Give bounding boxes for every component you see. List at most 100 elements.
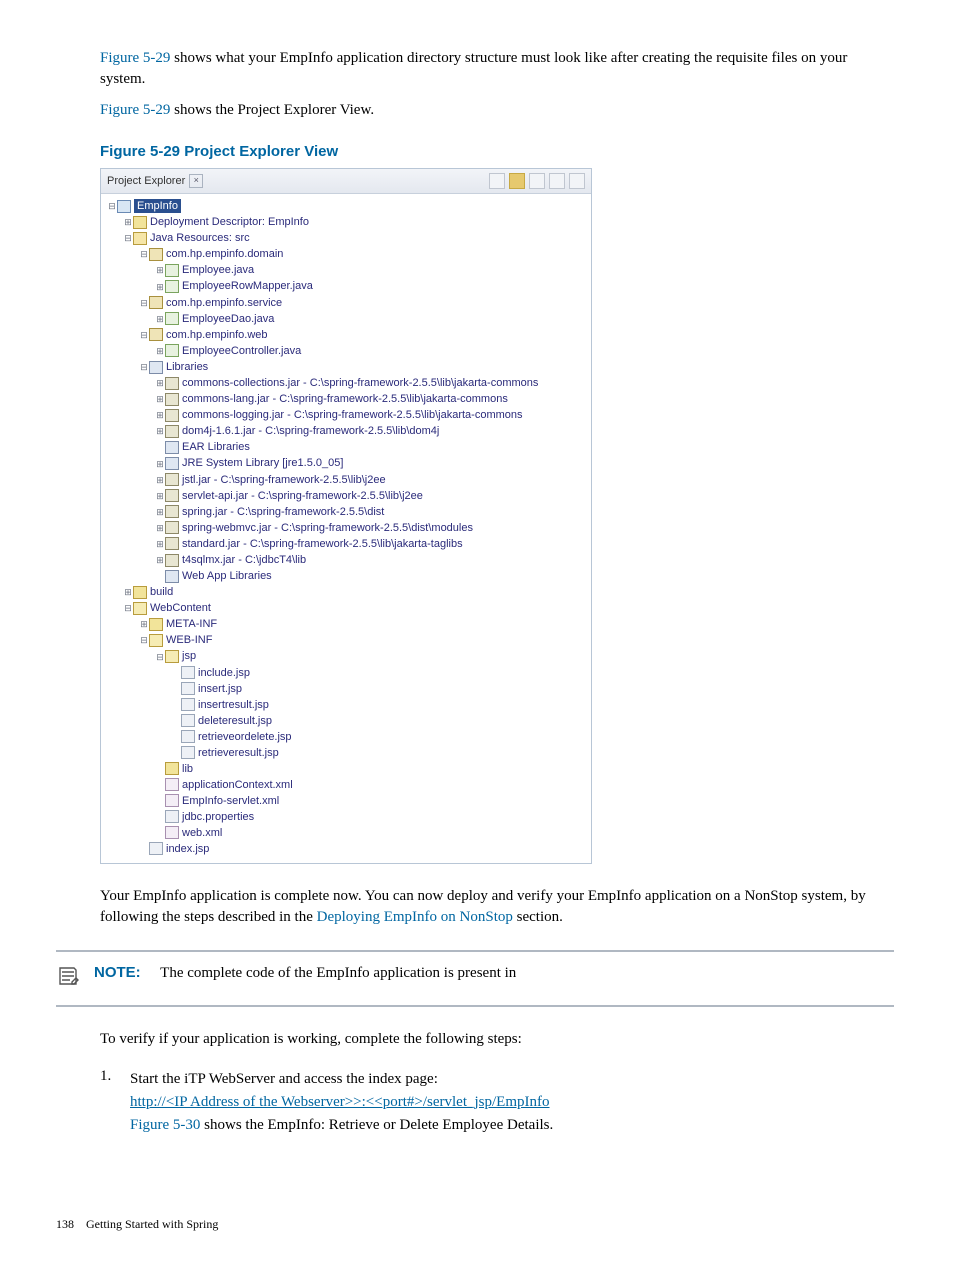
collapse-icon[interactable]: ⊟: [155, 650, 165, 664]
expand-icon[interactable]: ⊞: [123, 585, 133, 599]
tree-node[interactable]: ⊞EmployeeDao.java: [103, 311, 589, 327]
tree-node[interactable]: ⊟WEB-INF: [103, 632, 589, 648]
explorer-title: Project Explorer: [107, 175, 185, 187]
tree-node[interactable]: ⊞jstl.jar - C:\spring-framework-2.5.5\li…: [103, 472, 589, 488]
expand-icon[interactable]: ⊞: [155, 312, 165, 326]
expand-icon[interactable]: ⊞: [155, 280, 165, 294]
tree-node[interactable]: ⊟com.hp.empinfo.service: [103, 295, 589, 311]
tree-node-label: include.jsp: [198, 667, 250, 679]
tree-node[interactable]: ⊞servlet-api.jar - C:\spring-framework-2…: [103, 488, 589, 504]
tree-node[interactable]: EAR Libraries: [103, 439, 589, 455]
expand-icon[interactable]: ⊞: [155, 537, 165, 551]
xml-icon: [165, 794, 179, 807]
figure-caption: Figure 5-29 Project Explorer View: [100, 143, 894, 160]
tree-node[interactable]: jdbc.properties: [103, 809, 589, 825]
expand-icon[interactable]: ⊞: [155, 489, 165, 503]
paragraph-2-text: shows the Project Explorer View.: [170, 102, 374, 118]
figure-ref-link[interactable]: Figure 5-29: [100, 50, 170, 66]
tree-node[interactable]: ⊞build: [103, 584, 589, 600]
collapse-icon[interactable]: ⊟: [139, 328, 149, 342]
tree-node[interactable]: ⊞META-INF: [103, 616, 589, 632]
expand-icon[interactable]: ⊞: [139, 617, 149, 631]
tree-node[interactable]: ⊟EmpInfo: [103, 198, 589, 214]
collapse-icon[interactable]: ⊟: [123, 231, 133, 245]
tree-node[interactable]: index.jsp: [103, 841, 589, 857]
tree-node[interactable]: ⊞EmployeeController.java: [103, 343, 589, 359]
xml-icon: [165, 826, 179, 839]
maximize-icon[interactable]: [569, 173, 585, 189]
tree-node[interactable]: ⊞ commons-collections.jar - C:\spring-fra…: [103, 375, 589, 391]
tree-node[interactable]: Web App Libraries: [103, 568, 589, 584]
file-icon: [181, 746, 195, 759]
tree-node[interactable]: ⊟jsp: [103, 648, 589, 664]
expand-icon[interactable]: ⊞: [155, 457, 165, 471]
folder-icon: [165, 762, 179, 775]
tree-node[interactable]: ⊞EmployeeRowMapper.java: [103, 278, 589, 294]
tree-node[interactable]: ⊞commons-logging.jar - C:\spring-framewo…: [103, 407, 589, 423]
tree-node-label: deleteresult.jsp: [198, 715, 272, 727]
tree-node[interactable]: include.jsp: [103, 665, 589, 681]
step-1-text-b: shows the EmpInfo: Retrieve or Delete Em…: [200, 1117, 553, 1133]
explorer-header: Project Explorer ×: [101, 169, 591, 194]
jar-icon: [165, 393, 179, 406]
tree-node[interactable]: ⊟WebContent: [103, 600, 589, 616]
tree-node[interactable]: applicationContext.xml: [103, 777, 589, 793]
tree-node[interactable]: ⊞dom4j-1.6.1.jar - C:\spring-framework-2…: [103, 423, 589, 439]
expand-icon[interactable]: ⊞: [155, 505, 165, 519]
jar-icon: [165, 537, 179, 550]
tree-node[interactable]: ⊟com.hp.empinfo.web: [103, 327, 589, 343]
tree-node-label: Deployment Descriptor: EmpInfo: [150, 216, 309, 228]
expand-icon[interactable]: ⊞: [155, 553, 165, 567]
figure-ref-link[interactable]: Figure 5-30: [130, 1117, 200, 1133]
folder-open-icon: [133, 602, 147, 615]
expand-icon[interactable]: ⊞: [155, 408, 165, 422]
tree-node[interactable]: retrieveordelete.jsp: [103, 729, 589, 745]
close-icon[interactable]: ×: [189, 174, 203, 188]
expand-icon[interactable]: ⊞: [155, 473, 165, 487]
collapse-all-icon[interactable]: [489, 173, 505, 189]
view-menu-icon[interactable]: [529, 173, 545, 189]
tree-node[interactable]: lib: [103, 761, 589, 777]
collapse-icon[interactable]: ⊟: [139, 296, 149, 310]
tree-node[interactable]: ⊞spring-webmvc.jar - C:\spring-framework…: [103, 520, 589, 536]
paragraph-2: Figure 5-29 shows the Project Explorer V…: [100, 100, 894, 121]
tree-node-label: commons-collections.jar - C:\spring-fram…: [182, 377, 538, 389]
link-editor-icon[interactable]: [509, 173, 525, 189]
collapse-icon[interactable]: ⊟: [107, 199, 117, 213]
pkg-icon: [149, 328, 163, 341]
expand-icon[interactable]: ⊞: [123, 215, 133, 229]
expand-icon[interactable]: ⊞: [155, 521, 165, 535]
tree-node[interactable]: ⊞JRE System Library [jre1.5.0_05]: [103, 455, 589, 471]
expand-icon[interactable]: ⊞: [155, 392, 165, 406]
collapse-icon[interactable]: ⊟: [139, 633, 149, 647]
project-explorer-panel: Project Explorer × ⊟EmpInfo⊞Deployment D…: [100, 168, 592, 864]
tree-node[interactable]: ⊟Libraries: [103, 359, 589, 375]
tree-node[interactable]: ⊟com.hp.empinfo.domain: [103, 246, 589, 262]
deploy-link[interactable]: Deploying EmpInfo on NonStop: [317, 909, 513, 925]
step-1-url[interactable]: http://<IP Address of the Webserver>>:<<…: [130, 1094, 550, 1110]
tree-node[interactable]: ⊟Java Resources: src: [103, 230, 589, 246]
tree-node[interactable]: ⊞spring.jar - C:\spring-framework-2.5.5\…: [103, 504, 589, 520]
tree-node[interactable]: retrieveresult.jsp: [103, 745, 589, 761]
expand-icon[interactable]: ⊞: [155, 376, 165, 390]
tree-node[interactable]: deleteresult.jsp: [103, 713, 589, 729]
tree-node[interactable]: web.xml: [103, 825, 589, 841]
tree-node[interactable]: insert.jsp: [103, 681, 589, 697]
collapse-icon[interactable]: ⊟: [139, 247, 149, 261]
expand-icon[interactable]: ⊞: [155, 424, 165, 438]
collapse-icon[interactable]: ⊟: [139, 360, 149, 374]
tree-node[interactable]: ⊞ Deployment Descriptor: EmpInfo: [103, 214, 589, 230]
expand-icon[interactable]: ⊞: [155, 344, 165, 358]
tree-node[interactable]: EmpInfo-servlet.xml: [103, 793, 589, 809]
tree-node[interactable]: ⊞t4sqlmx.jar - C:\jdbcT4\lib: [103, 552, 589, 568]
tree-node[interactable]: insertresult.jsp: [103, 697, 589, 713]
note-text: The complete code of the EmpInfo applica…: [160, 965, 516, 981]
tree-node[interactable]: ⊞commons-lang.jar - C:\spring-framework-…: [103, 391, 589, 407]
tree-node[interactable]: ⊞standard.jar - C:\spring-framework-2.5.…: [103, 536, 589, 552]
minimize-icon[interactable]: [549, 173, 565, 189]
figure-ref-link[interactable]: Figure 5-29: [100, 102, 170, 118]
expand-icon[interactable]: ⊞: [155, 263, 165, 277]
folder-open-icon: [149, 634, 163, 647]
tree-node[interactable]: ⊞Employee.java: [103, 262, 589, 278]
collapse-icon[interactable]: ⊟: [123, 601, 133, 615]
